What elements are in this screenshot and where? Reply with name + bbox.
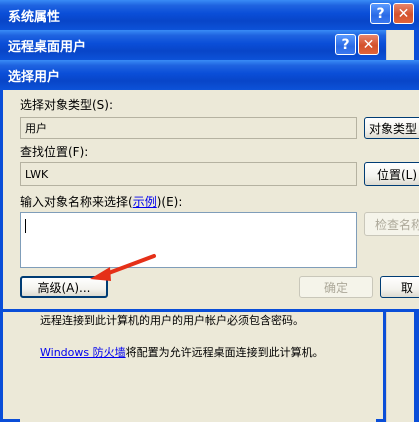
location-field: LWK [20,162,357,186]
select-users-titlebar: 选择用户 [0,60,419,90]
ok-button-label: 确定 [323,280,348,295]
system-properties-close-button[interactable]: ✕ [393,3,414,24]
remote-desktop-users-close-button[interactable]: ✕ [358,34,379,55]
windows-firewall-link[interactable]: Windows 防火墙 [40,346,126,359]
object-names-label: 输入对象名称来选择(示例)(E): [20,195,183,209]
check-names-button-label: 检查名称 [375,217,419,232]
password-requirement-text: 远程连接到此计算机的用户的用户帐户必须包含密码。 [40,314,304,327]
ok-button[interactable]: 确定 [299,276,373,298]
object-names-input[interactable] [20,212,357,268]
select-users-title: 选择用户 [8,69,61,85]
cancel-button-label: 取 [401,280,414,295]
close-icon: ✕ [362,36,375,53]
object-type-label: 选择对象类型(S): [20,98,114,112]
help-icon: ? [341,36,350,53]
system-properties-titlebar: 系统属性 [0,0,419,30]
remote-desktop-users-titlebar: 远程桌面用户 [0,30,386,60]
annotation-arrow-icon [90,254,156,281]
remote-desktop-users-title: 远程桌面用户 [8,39,87,55]
object-type-value: 用户 [25,122,47,135]
locations-button-label: 位置(L) [377,167,418,182]
location-value: LWK [25,167,49,181]
object-type-field: 用户 [20,117,357,139]
system-properties-help-button[interactable]: ? [370,3,391,24]
examples-link[interactable]: 示例 [133,195,157,209]
object-types-button[interactable]: 对象类型 [364,117,419,139]
locations-button[interactable]: 位置(L) [364,162,419,186]
cancel-button[interactable]: 取 [380,276,419,298]
firewall-line: Windows 防火墙将配置为允许远程桌面连接到此计算机。 [40,344,380,362]
text-caret [25,219,26,233]
check-names-button[interactable]: 检查名称 [364,212,419,236]
help-icon: ? [376,5,385,22]
object-types-button-label: 对象类型 [369,121,418,136]
firewall-line-text: 将配置为允许远程桌面连接到此计算机。 [125,346,324,359]
system-properties-title: 系统属性 [8,9,61,25]
close-icon: ✕ [397,5,410,22]
remote-desktop-users-help-button[interactable]: ? [335,34,356,55]
location-label: 查找位置(F): [20,145,89,159]
